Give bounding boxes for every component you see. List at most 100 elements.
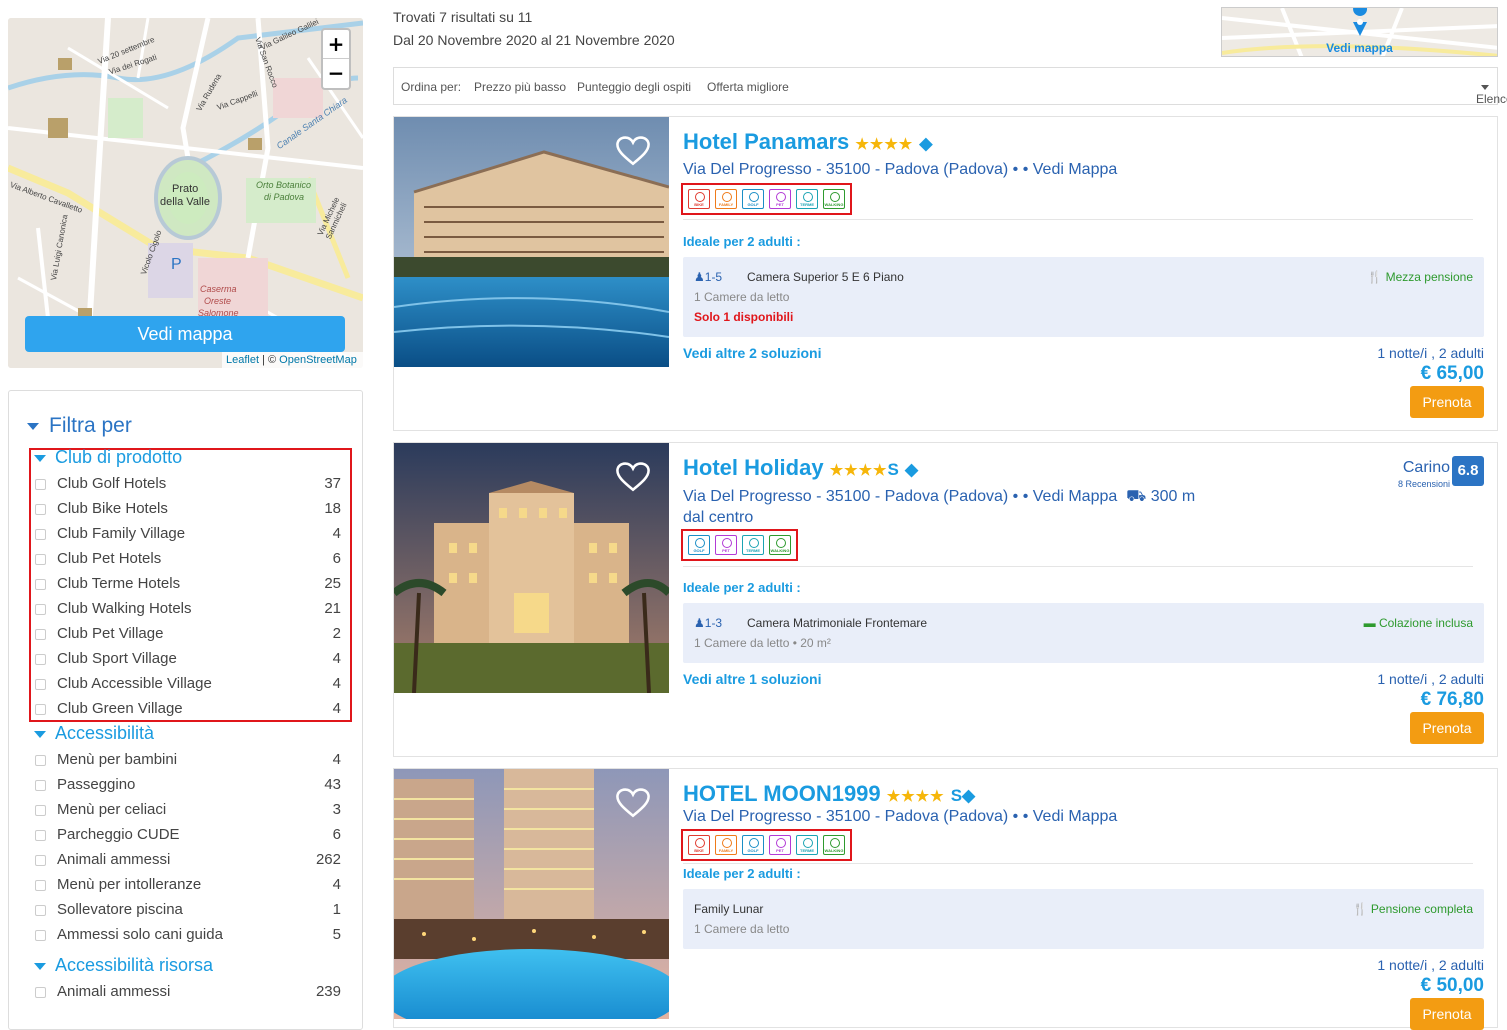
filter-section-resource-accessibility[interactable]: Accessibilità risorsa bbox=[34, 955, 213, 976]
pet-icon: PET bbox=[769, 189, 791, 209]
book-button[interactable]: Prenota bbox=[1410, 712, 1484, 744]
filter-option[interactable]: Club Accessible Village 4 bbox=[35, 675, 345, 700]
checkbox[interactable] bbox=[35, 654, 46, 665]
checkbox[interactable] bbox=[35, 629, 46, 640]
checkbox[interactable] bbox=[35, 880, 46, 891]
heart-icon[interactable] bbox=[616, 787, 650, 819]
checkbox[interactable] bbox=[35, 987, 46, 998]
caret-down-icon bbox=[1481, 85, 1489, 91]
book-button[interactable]: Prenota bbox=[1410, 998, 1484, 1030]
caret-down-icon bbox=[34, 454, 46, 462]
more-solutions-link[interactable]: Vedi altre 1 soluzioni bbox=[683, 671, 821, 687]
room-option[interactable]: Family Lunar 1 Camere da letto 🍴 Pension… bbox=[683, 889, 1484, 949]
filter-option-count: 43 bbox=[324, 776, 341, 793]
filter-option-label: Club Green Village bbox=[57, 700, 183, 717]
room-option[interactable]: ♟1-5 Camera Superior 5 E 6 Piano 1 Camer… bbox=[683, 257, 1484, 337]
section-title: Accessibilità bbox=[55, 723, 155, 743]
filter-option-count: 239 bbox=[315, 983, 341, 1000]
filter-option-count: 262 bbox=[315, 851, 341, 868]
map-label: Prato bbox=[172, 183, 199, 195]
checkbox[interactable] bbox=[35, 479, 46, 490]
leaflet-link[interactable]: Leaflet bbox=[226, 354, 259, 366]
checkbox[interactable] bbox=[35, 905, 46, 916]
filter-option[interactable]: Menù per celiaci 3 bbox=[35, 801, 345, 826]
filter-option[interactable]: Club Terme Hotels 25 bbox=[35, 575, 345, 600]
heart-icon[interactable] bbox=[616, 461, 650, 493]
filter-option-count: 4 bbox=[332, 876, 341, 893]
filter-option-label: Club Bike Hotels bbox=[57, 500, 168, 517]
family-icon: FAMILY bbox=[715, 189, 737, 209]
sort-best-offer[interactable]: Offerta migliore bbox=[707, 80, 789, 94]
map-label: Oreste bbox=[204, 296, 232, 306]
filter-option-label: Club Sport Village bbox=[57, 650, 177, 667]
book-button[interactable]: Prenota bbox=[1410, 386, 1484, 418]
view-map-button[interactable]: Vedi mappa bbox=[25, 316, 345, 352]
heart-icon[interactable] bbox=[616, 135, 650, 167]
filter-title[interactable]: Filtra per bbox=[27, 414, 132, 438]
checkbox[interactable] bbox=[35, 604, 46, 615]
checkbox[interactable] bbox=[35, 679, 46, 690]
attribution-separator: | © bbox=[259, 354, 280, 366]
terme-icon: TERME bbox=[742, 535, 764, 555]
hotel-address[interactable]: Via Del Progresso - 35100 - Padova (Pado… bbox=[683, 161, 1117, 179]
sort-bar: Ordina per: Prezzo più basso Punteggio d… bbox=[393, 67, 1507, 106]
filter-option[interactable]: Animali ammessi 239 bbox=[35, 983, 345, 1008]
superior-mark: S bbox=[950, 786, 963, 805]
hotel-name-link[interactable]: HOTEL MOON1999 ★★★★ S◆ bbox=[683, 781, 975, 807]
checkbox[interactable] bbox=[35, 930, 46, 941]
osm-link[interactable]: OpenStreetMap bbox=[279, 354, 357, 366]
filter-section-accessibility[interactable]: Accessibilità bbox=[34, 723, 154, 744]
hotel-photo[interactable] bbox=[394, 769, 669, 1019]
divider bbox=[683, 863, 1473, 864]
review-count[interactable]: 8 Recensioni bbox=[1398, 479, 1450, 489]
filter-option-label: Animali ammessi bbox=[57, 983, 171, 1000]
filter-option[interactable]: Club Pet Village 2 bbox=[35, 625, 345, 650]
hotel-address[interactable]: Via Del Progresso - 35100 - Padova (Pado… bbox=[683, 808, 1117, 826]
zoom-in-button[interactable]: + bbox=[323, 30, 349, 59]
checkbox[interactable] bbox=[35, 554, 46, 565]
checkbox[interactable] bbox=[35, 855, 46, 866]
checkbox[interactable] bbox=[35, 504, 46, 515]
filter-option[interactable]: Club Family Village 4 bbox=[35, 525, 345, 550]
checkbox[interactable] bbox=[35, 780, 46, 791]
checkbox[interactable] bbox=[35, 755, 46, 766]
filter-option[interactable]: Club Green Village 4 bbox=[35, 700, 345, 725]
sort-price-low[interactable]: Prezzo più basso bbox=[474, 80, 566, 94]
room-name: Camera Superior 5 E 6 Piano bbox=[747, 270, 904, 284]
hotel-name-link[interactable]: Hotel Panamars ★★★★ ◆ bbox=[683, 129, 932, 155]
hotel-address[interactable]: Via Del Progresso - 35100 - Padova (Pado… bbox=[683, 486, 1213, 528]
checkbox[interactable] bbox=[35, 579, 46, 590]
hotel-photo[interactable] bbox=[394, 117, 669, 367]
checkbox[interactable] bbox=[35, 830, 46, 841]
filter-option[interactable]: Club Pet Hotels 6 bbox=[35, 550, 345, 575]
view-mode-dropdown[interactable]: Elenco bbox=[1476, 80, 1507, 106]
filter-option[interactable]: Menù per bambini 4 bbox=[35, 751, 345, 776]
ideal-for: Ideale per 2 adulti : bbox=[683, 866, 801, 881]
hotel-name: Hotel Panamars bbox=[683, 129, 850, 154]
filter-option[interactable]: Sollevatore piscina 1 bbox=[35, 901, 345, 926]
filter-option[interactable]: Parcheggio CUDE 6 bbox=[35, 826, 345, 851]
filter-option[interactable]: Ammessi solo cani guida 5 bbox=[35, 926, 345, 951]
ideal-for: Ideale per 2 adulti : bbox=[683, 234, 801, 249]
minimap-button[interactable]: Vedi mappa bbox=[1221, 7, 1498, 57]
filter-option[interactable]: Menù per intolleranze 4 bbox=[35, 876, 345, 901]
filter-option[interactable]: Club Walking Hotels 21 bbox=[35, 600, 345, 625]
zoom-out-button[interactable]: − bbox=[323, 59, 349, 88]
room-detail: 1 Camere da letto bbox=[694, 922, 790, 936]
hotel-photo[interactable] bbox=[394, 443, 669, 693]
hotel-name-link[interactable]: Hotel Holiday ★★★★S ◆ bbox=[683, 455, 918, 481]
filter-option[interactable]: Passeggino 43 bbox=[35, 776, 345, 801]
sort-guest-score[interactable]: Punteggio degli ospiti bbox=[577, 80, 691, 94]
checkbox[interactable] bbox=[35, 529, 46, 540]
checkbox[interactable] bbox=[35, 805, 46, 816]
filter-option-label: Club Terme Hotels bbox=[57, 575, 181, 592]
filter-option[interactable]: Club Bike Hotels 18 bbox=[35, 500, 345, 525]
filter-option[interactable]: Club Golf Hotels 37 bbox=[35, 475, 345, 500]
checkbox[interactable] bbox=[35, 704, 46, 715]
filter-option[interactable]: Club Sport Village 4 bbox=[35, 650, 345, 675]
filter-option[interactable]: Animali ammessi 262 bbox=[35, 851, 345, 876]
filter-section-club[interactable]: Club di prodotto bbox=[34, 447, 182, 468]
price: € 50,00 bbox=[1420, 975, 1484, 996]
room-option[interactable]: ♟1-3 Camera Matrimoniale Frontemare 1 Ca… bbox=[683, 603, 1484, 663]
more-solutions-link[interactable]: Vedi altre 2 soluzioni bbox=[683, 345, 821, 361]
